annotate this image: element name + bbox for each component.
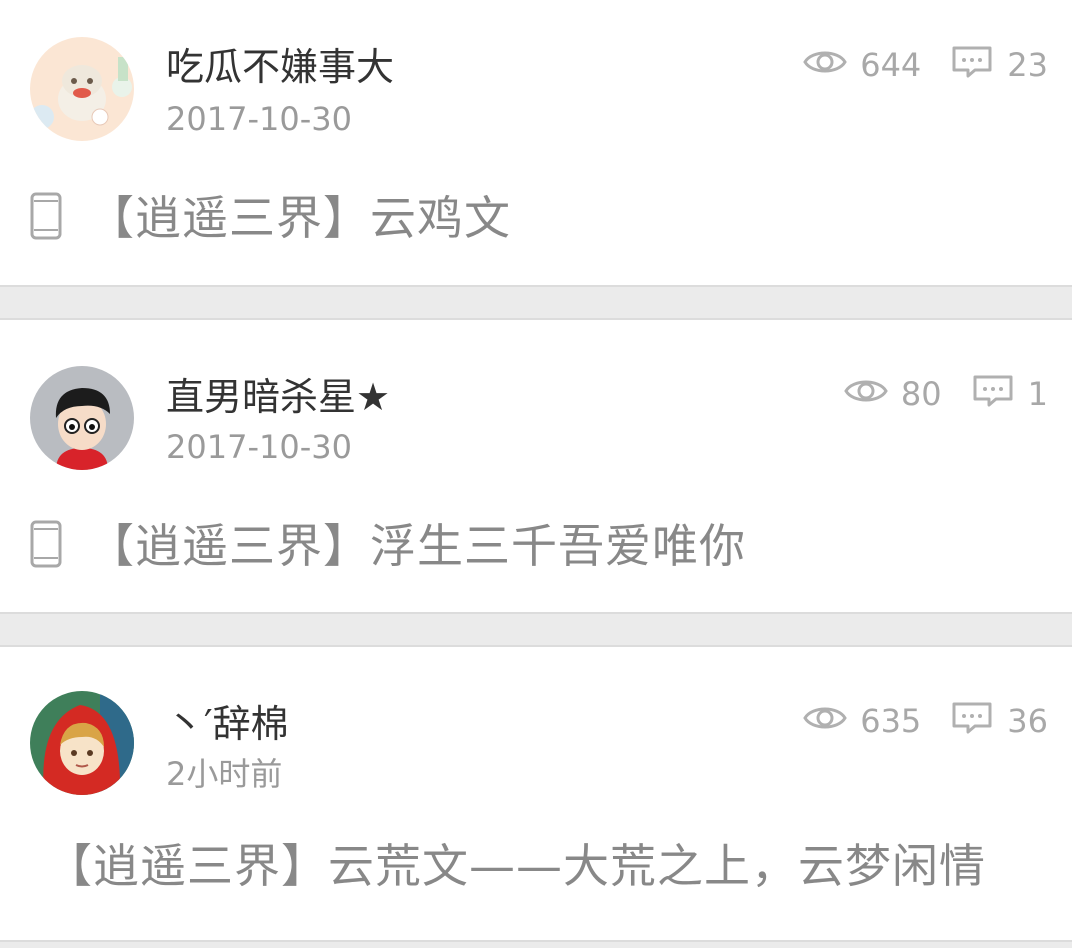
- views-count: 80: [900, 374, 942, 413]
- avatar-boy-image: [30, 366, 134, 470]
- post-date: 2017-10-30: [166, 428, 352, 466]
- mobile-phone-icon: [30, 520, 62, 572]
- username[interactable]: 吃瓜不嫌事大: [166, 48, 394, 86]
- username[interactable]: 丶′辞棉: [166, 705, 289, 743]
- post-stats: 644 23: [802, 45, 1048, 84]
- avatar-cat-image: [30, 37, 134, 141]
- post-stats: 80 1: [843, 374, 1048, 413]
- views-count: 644: [860, 45, 922, 84]
- eye-icon: [843, 375, 889, 412]
- post-date: 2小时前: [166, 755, 283, 793]
- comments-count: 23: [1007, 45, 1048, 84]
- post-stats: 635 36: [802, 701, 1048, 740]
- avatar[interactable]: [30, 366, 134, 470]
- mobile-phone-icon: [30, 192, 62, 244]
- post-card[interactable]: 吃瓜不嫌事大 2017-10-30 644 23 【逍遥三界】云鸡文: [0, 0, 1072, 287]
- post-card[interactable]: 丶′辞棉 2小时前 635 36 【逍遥三界】云荒文——大荒之上，云梦闲情: [0, 645, 1072, 942]
- avatar-red-hood-girl-image: [30, 691, 134, 795]
- post-title[interactable]: 【逍遥三界】云荒文——大荒之上，云梦闲情: [46, 843, 986, 889]
- avatar[interactable]: [30, 37, 134, 141]
- post-card[interactable]: 直男暗杀星★ 2017-10-30 80 1 【逍遥三界】浮生三千吾爱唯你: [0, 318, 1072, 614]
- comment-icon: [951, 45, 993, 84]
- post-title-row[interactable]: 【逍遥三界】浮生三千吾爱唯你: [30, 520, 746, 572]
- avatar[interactable]: [30, 691, 134, 795]
- views-count: 635: [860, 701, 922, 740]
- eye-icon: [802, 46, 848, 83]
- eye-icon: [802, 702, 848, 739]
- post-date: 2017-10-30: [166, 100, 352, 138]
- post-title[interactable]: 【逍遥三界】云鸡文: [88, 195, 511, 241]
- comment-icon: [972, 374, 1014, 413]
- username[interactable]: 直男暗杀星★: [166, 378, 390, 416]
- post-title-row[interactable]: 【逍遥三界】云鸡文: [30, 192, 511, 244]
- comments-count: 1: [1027, 374, 1048, 413]
- post-title[interactable]: 【逍遥三界】浮生三千吾爱唯你: [88, 523, 746, 569]
- comments-count: 36: [1007, 701, 1048, 740]
- post-feed: 吃瓜不嫌事大 2017-10-30 644 23 【逍遥三界】云鸡文 直男暗杀星…: [0, 0, 1072, 948]
- post-title-row[interactable]: 【逍遥三界】云荒文——大荒之上，云梦闲情: [46, 843, 986, 889]
- comment-icon: [951, 701, 993, 740]
